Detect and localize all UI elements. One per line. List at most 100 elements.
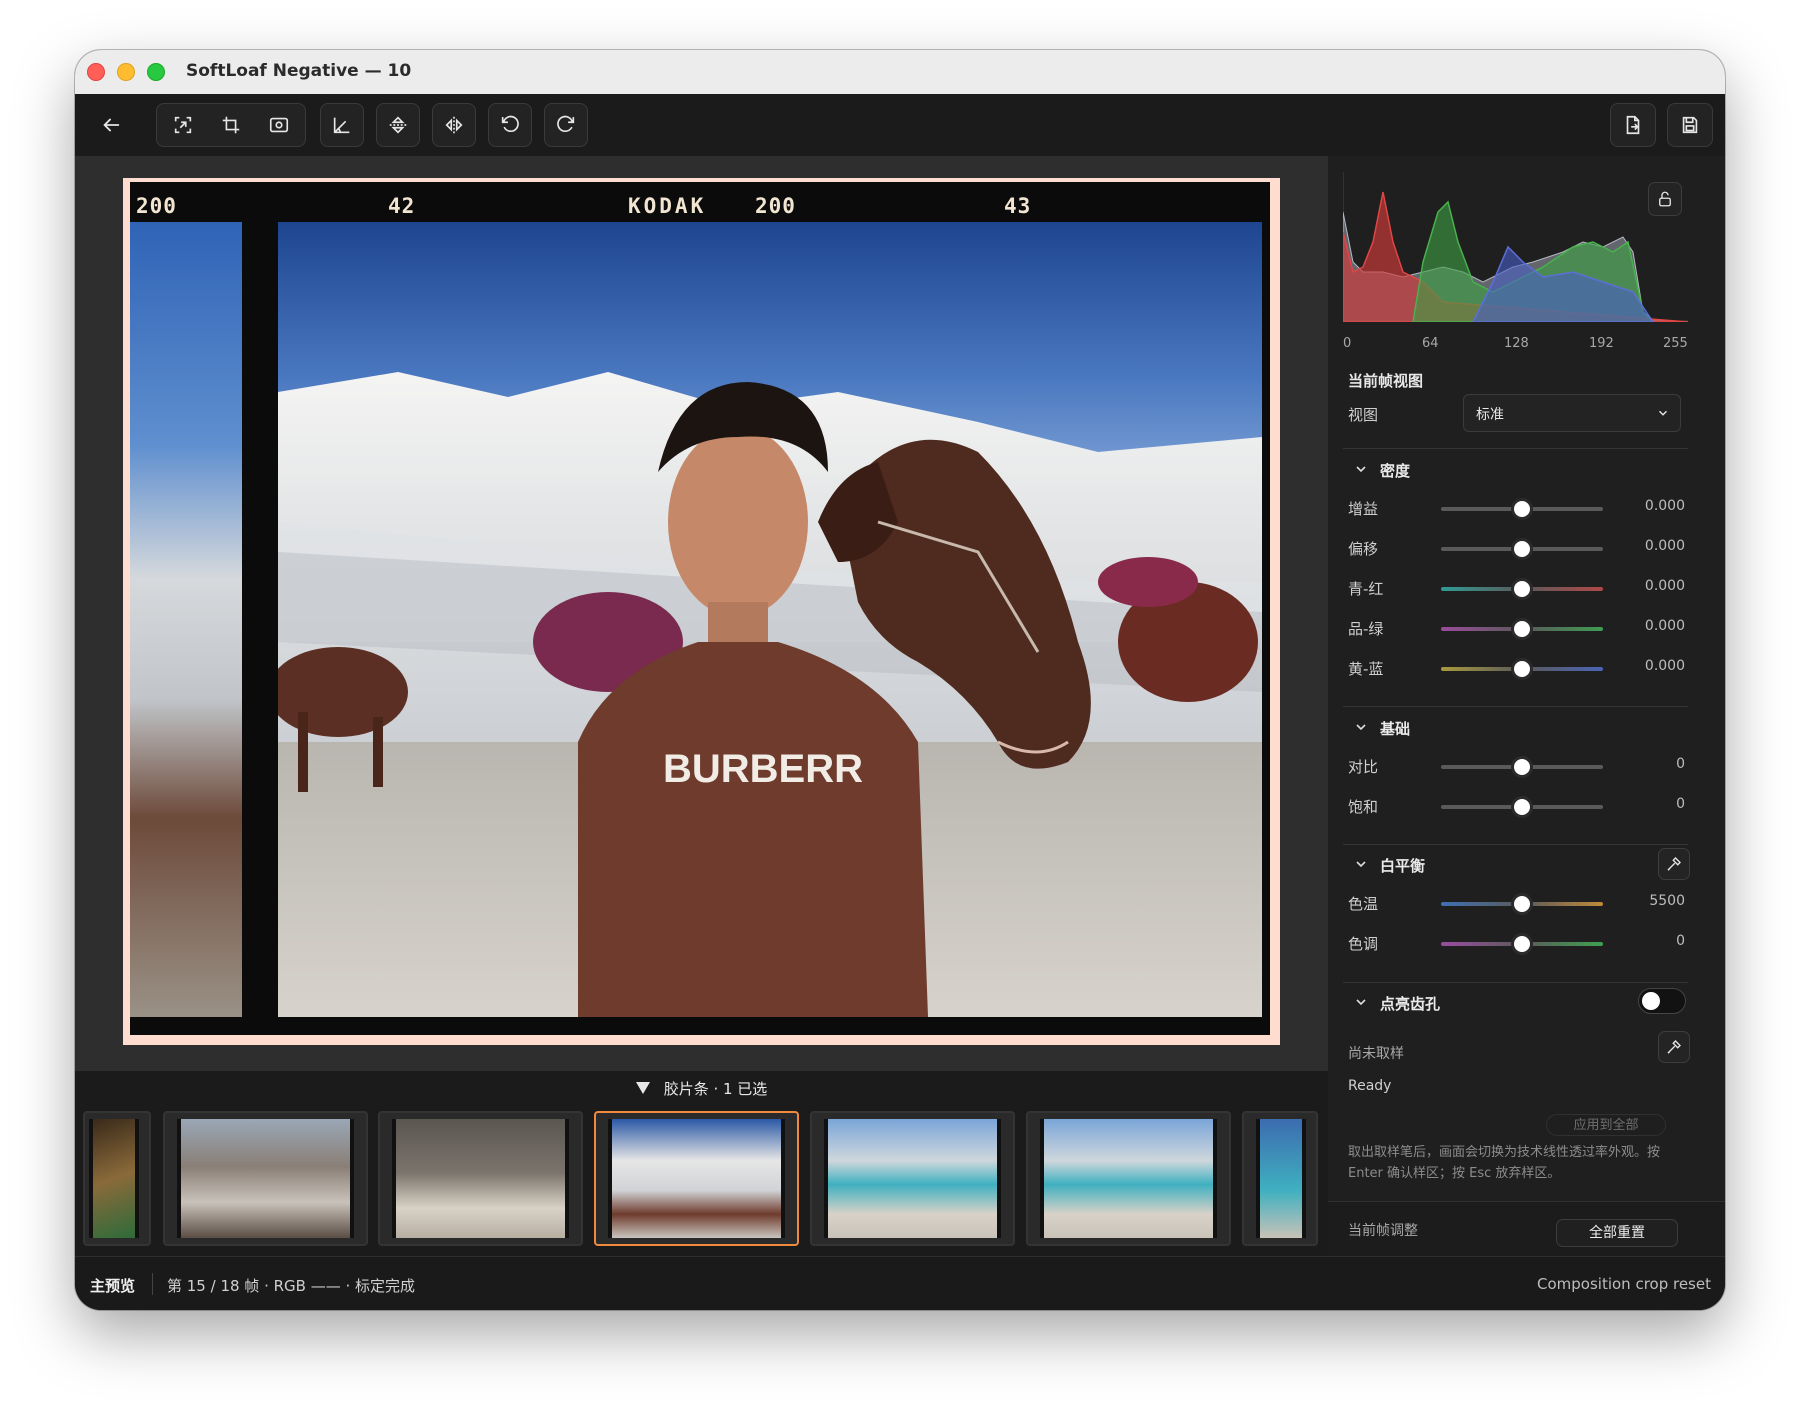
main-preview: 200 42 KODAK 200 43 BURBERR — [75, 156, 1328, 1071]
slider-knob[interactable] — [1511, 658, 1533, 680]
chevron-down-icon[interactable] — [1353, 719, 1369, 735]
sprocket-section-title[interactable]: 点亮齿孔 — [1380, 993, 1440, 1014]
film-edge-bottom — [130, 1017, 1270, 1035]
slider-value: 0.000 — [1644, 538, 1685, 554]
frame-detect-button[interactable] — [257, 103, 301, 147]
histogram-axis: 0 64 128 192 255 — [1343, 336, 1688, 354]
edge-number: 200 — [136, 194, 177, 218]
focus-button[interactable] — [161, 103, 205, 147]
slider-knob[interactable] — [1511, 893, 1533, 915]
angle-button[interactable] — [320, 103, 364, 147]
filmstrip-thumb-selected[interactable] — [594, 1111, 799, 1246]
crop-icon — [222, 116, 240, 134]
triangle-down-icon — [635, 1082, 650, 1094]
back-button[interactable] — [89, 103, 133, 147]
slider-value: 0.000 — [1644, 618, 1685, 634]
adjacent-frame — [130, 222, 242, 1017]
slider-value: 0.000 — [1644, 658, 1685, 674]
slider-knob[interactable] — [1511, 578, 1533, 600]
histogram-lock-button[interactable] — [1648, 182, 1682, 216]
histogram — [1343, 172, 1688, 322]
angle-icon — [333, 117, 350, 134]
divider — [1343, 706, 1688, 707]
rotate-left-icon — [501, 115, 519, 133]
divider — [1343, 982, 1688, 983]
chevron-down-icon[interactable] — [1353, 856, 1369, 872]
chevron-down-icon[interactable] — [1353, 994, 1369, 1010]
status-mode: 主预览 — [90, 1277, 136, 1295]
save-button[interactable] — [1667, 103, 1713, 147]
flip-horizontal-icon — [445, 116, 463, 134]
slider-label: 色温 — [1348, 895, 1379, 913]
sprocket-toggle[interactable] — [1638, 988, 1686, 1014]
flip-vertical-button[interactable] — [376, 103, 420, 147]
rotate-right-button[interactable] — [544, 103, 588, 147]
photo-image: BURBERR — [278, 222, 1262, 1017]
slider-knob[interactable] — [1511, 796, 1533, 818]
slider-knob[interactable] — [1511, 498, 1533, 520]
histogram-tick: 64 — [1422, 336, 1439, 351]
slider-knob[interactable] — [1511, 618, 1533, 640]
filmstrip-toggle[interactable]: 胶片条 · 1 已选 — [75, 1071, 1328, 1105]
filmstrip-thumb[interactable] — [1026, 1111, 1231, 1246]
slider-value: 0 — [1676, 796, 1685, 812]
toolbar — [75, 94, 1725, 156]
view-label: 视图 — [1348, 406, 1379, 424]
frame-icon — [269, 117, 289, 133]
histogram-tick: 255 — [1663, 336, 1688, 351]
save-icon — [1682, 116, 1698, 134]
slider-knob[interactable] — [1511, 538, 1533, 560]
edge-number: 200 — [755, 194, 796, 218]
slider-track[interactable] — [1441, 658, 1603, 680]
slider-track[interactable] — [1441, 796, 1603, 818]
export-button[interactable] — [1610, 103, 1656, 147]
view-select[interactable]: 标准 — [1463, 394, 1681, 432]
slider-knob[interactable] — [1511, 933, 1533, 955]
slider-knob[interactable] — [1511, 756, 1533, 778]
white-balance-section-title[interactable]: 白平衡 — [1380, 855, 1425, 876]
white-balance-picker-button[interactable] — [1658, 848, 1690, 880]
apply-to-all-button[interactable]: 应用到全部 — [1546, 1114, 1666, 1136]
filmstrip-thumb[interactable] — [83, 1111, 151, 1246]
slider-value: 5500 — [1649, 893, 1685, 909]
reset-all-button[interactable]: 全部重置 — [1556, 1219, 1678, 1247]
slider-track[interactable] — [1441, 538, 1603, 560]
slider-track[interactable] — [1441, 756, 1603, 778]
minimize-window-button[interactable] — [117, 63, 135, 81]
slider-track[interactable] — [1441, 933, 1603, 955]
unlock-icon — [1659, 191, 1671, 207]
crop-button[interactable] — [209, 103, 253, 147]
divider — [1343, 844, 1688, 845]
filmstrip-thumb[interactable] — [163, 1111, 368, 1246]
filmstrip-thumb[interactable] — [810, 1111, 1015, 1246]
rotate-left-button[interactable] — [488, 103, 532, 147]
flip-horizontal-button[interactable] — [432, 103, 476, 147]
chevron-down-icon[interactable] — [1353, 461, 1369, 477]
filmstrip-thumb[interactable] — [1242, 1111, 1318, 1246]
slider-value: 0.000 — [1644, 498, 1685, 514]
sprocket-picker-button[interactable] — [1658, 1031, 1690, 1063]
divider — [1343, 448, 1688, 449]
status-frame-info: 第 15 / 18 帧 · RGB —— · 标定完成 — [167, 1277, 416, 1295]
basic-section-title[interactable]: 基础 — [1380, 718, 1410, 739]
slider-track[interactable] — [1441, 498, 1603, 520]
slider-value: 0.000 — [1644, 578, 1685, 594]
sample-status: 尚未取样 — [1348, 1046, 1404, 1062]
title-bar: SoftLoaf Negative — 10 — [75, 50, 1725, 95]
slider-track[interactable] — [1441, 578, 1603, 600]
histogram-tick: 128 — [1504, 336, 1529, 351]
ready-status: Ready — [1348, 1078, 1392, 1094]
photo-preview[interactable]: BURBERR — [278, 222, 1262, 1017]
slider-label: 偏移 — [1348, 540, 1379, 558]
slider-track[interactable] — [1441, 618, 1603, 640]
app-window: SoftLoaf Negative — 10 200 42 KODAK 200 … — [75, 50, 1725, 1310]
slider-track[interactable] — [1441, 893, 1603, 915]
filmstrip-thumb[interactable] — [378, 1111, 583, 1246]
zoom-window-button[interactable] — [147, 63, 165, 81]
edge-brand: KODAK — [628, 194, 707, 218]
slider-label: 对比 — [1348, 758, 1379, 776]
view-select-value: 标准 — [1476, 407, 1504, 423]
slider-label: 青-红 — [1348, 580, 1384, 598]
close-window-button[interactable] — [87, 63, 105, 81]
density-section-title[interactable]: 密度 — [1380, 460, 1410, 481]
